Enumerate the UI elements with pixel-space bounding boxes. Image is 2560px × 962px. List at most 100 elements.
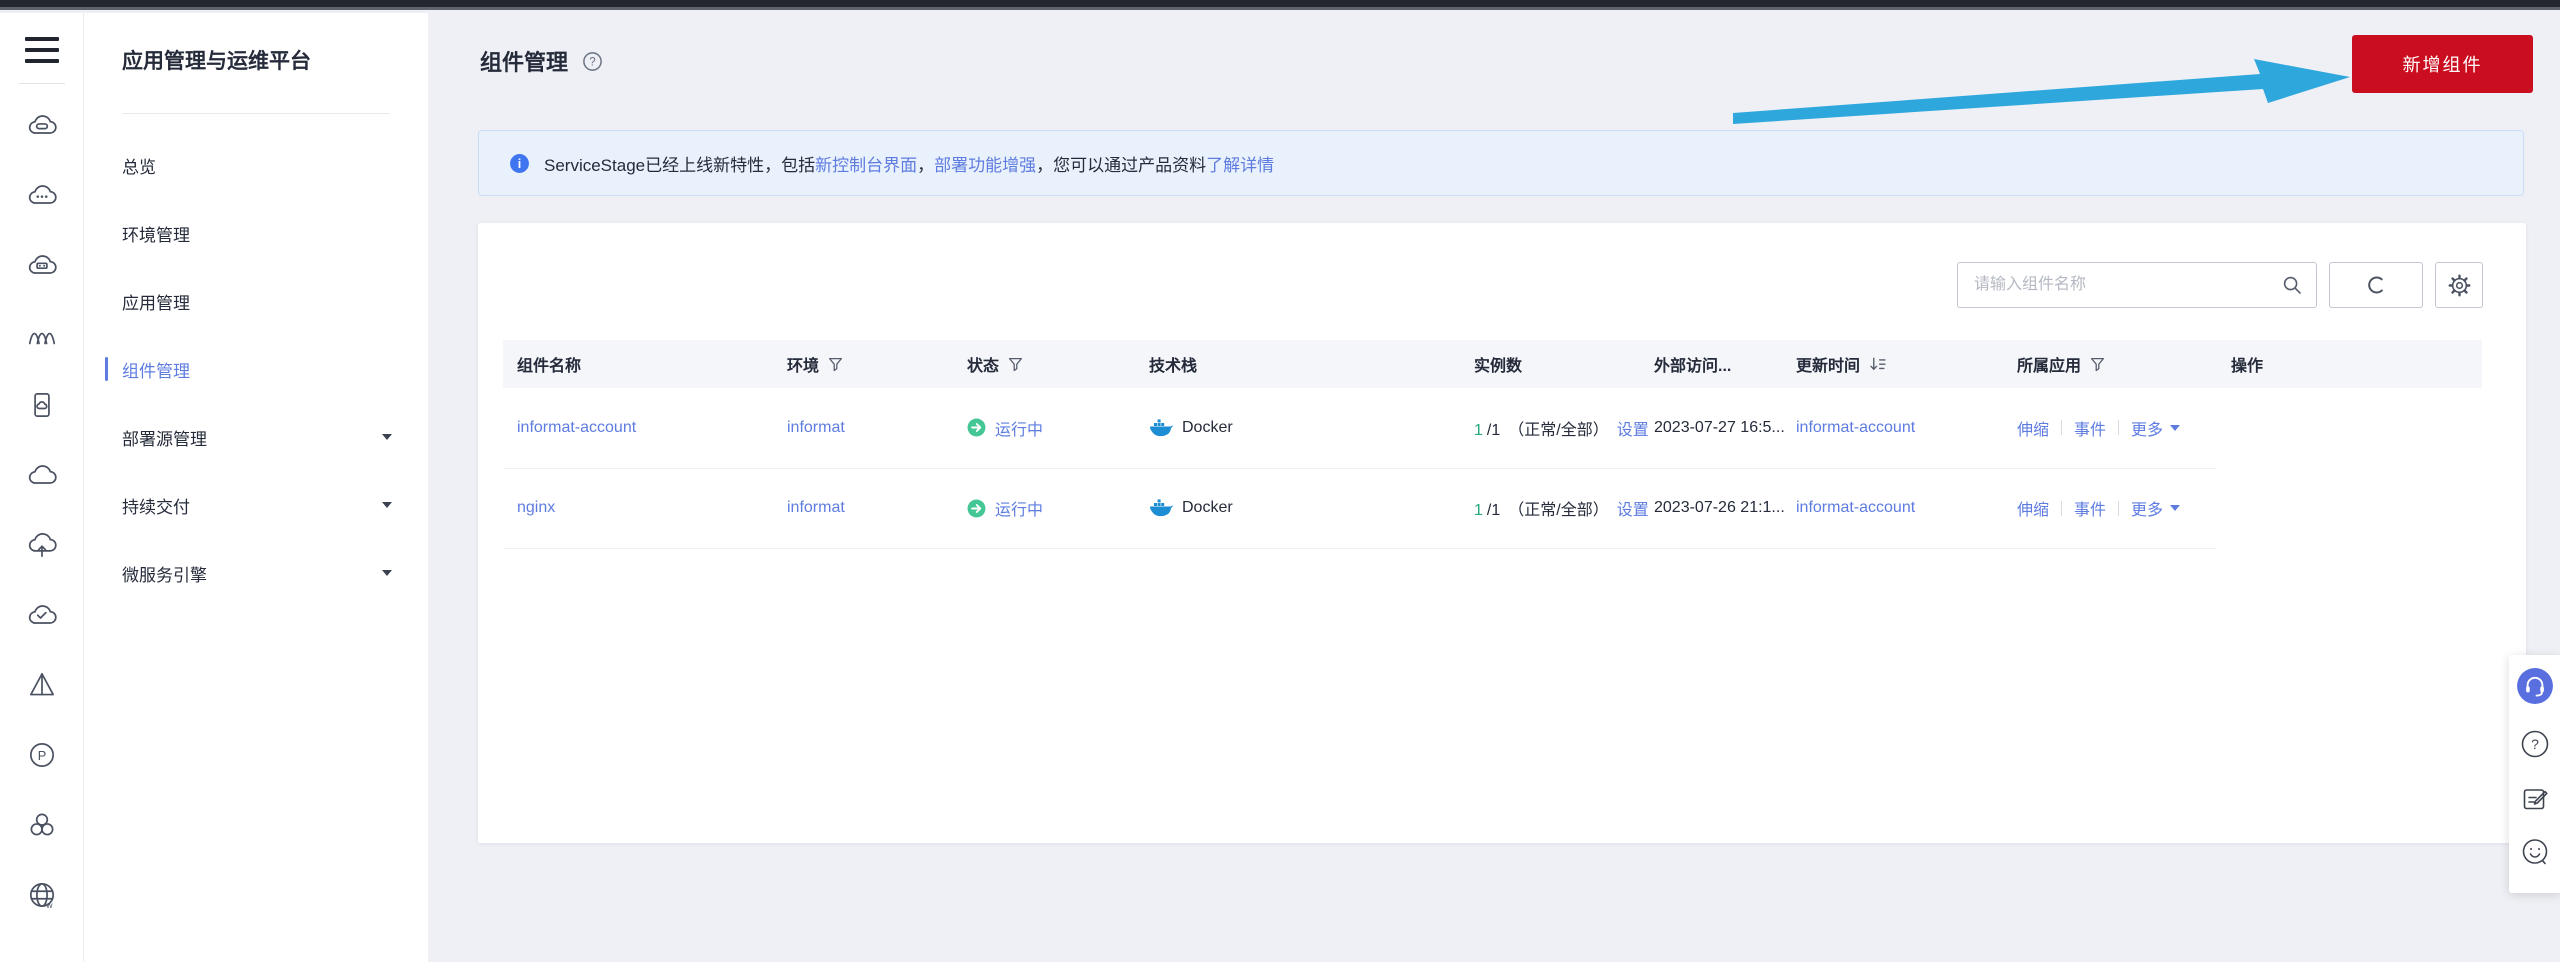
sort-icon[interactable] bbox=[1869, 357, 1886, 372]
stack-name: Docker bbox=[1182, 418, 1233, 436]
sidebar: 应用管理与运维平台 总览 环境管理 应用管理 组件管理 部署源管理 持续交付 微… bbox=[84, 13, 428, 962]
action-divider bbox=[2061, 420, 2063, 436]
sidebar-divider bbox=[122, 113, 390, 114]
column-header-external-access: 外部访问... bbox=[1654, 358, 1732, 375]
instances-ok: 1 bbox=[1474, 502, 1483, 519]
component-table: 组件名称 环境 状态 技术栈 实例数 外部访问... 更新时间 所属应用 操作 bbox=[503, 340, 2482, 549]
environment-link[interactable]: informat bbox=[787, 499, 845, 516]
server-card-icon[interactable] bbox=[0, 370, 84, 440]
main-content: 组件管理 ? 新增组件 i ServiceStage已经上线新特性，包括 新控制台… bbox=[428, 13, 2560, 962]
instances-total: /1 bbox=[1486, 502, 1501, 519]
page-header: 组件管理 ? bbox=[480, 45, 603, 77]
column-header-environment: 环境 bbox=[787, 358, 820, 375]
sidebar-item-continuous-delivery[interactable]: 持续交付 bbox=[84, 471, 428, 539]
floating-help-panel: ? bbox=[2509, 655, 2560, 893]
component-name-link[interactable]: nginx bbox=[517, 499, 555, 516]
cloud-upload-icon[interactable] bbox=[0, 510, 84, 580]
filter-icon[interactable] bbox=[828, 357, 843, 372]
column-header-instances: 实例数 bbox=[1474, 358, 1523, 375]
svg-text:?: ? bbox=[589, 56, 595, 68]
sidebar-item-component[interactable]: 组件管理 bbox=[84, 335, 428, 403]
support-headset-icon[interactable] bbox=[2516, 667, 2554, 705]
search-input[interactable] bbox=[1972, 275, 2282, 295]
table-row: informat-account informat 运行中 Docker 1/1… bbox=[503, 388, 2482, 469]
chevron-down-icon bbox=[382, 570, 392, 576]
refresh-button[interactable] bbox=[2329, 262, 2423, 308]
cloud-icon[interactable] bbox=[0, 440, 84, 510]
prism-icon[interactable] bbox=[0, 650, 84, 720]
updated-time: 2023-07-26 21:1... bbox=[1654, 499, 1785, 516]
docker-icon bbox=[1149, 498, 1173, 518]
status-running-icon bbox=[967, 418, 986, 437]
filter-icon[interactable] bbox=[1008, 357, 1023, 372]
chevron-down-icon[interactable] bbox=[2170, 505, 2181, 511]
environment-link[interactable]: informat bbox=[787, 419, 845, 436]
events-action-link[interactable]: 事件 bbox=[2074, 496, 2106, 520]
application-link[interactable]: informat-account bbox=[1796, 419, 1915, 436]
sidebar-item-microservice-engine[interactable]: 微服务引擎 bbox=[84, 539, 428, 607]
help-icon[interactable]: ? bbox=[582, 51, 603, 72]
chevron-down-icon[interactable] bbox=[2170, 424, 2181, 431]
circle-p-icon[interactable]: P bbox=[0, 720, 84, 790]
instances-ok: 1 bbox=[1474, 421, 1483, 439]
sidebar-item-environment[interactable]: 环境管理 bbox=[84, 199, 428, 267]
column-header-stack: 技术栈 bbox=[1149, 358, 1198, 375]
cloud-check-icon[interactable] bbox=[0, 580, 84, 650]
info-icon: i bbox=[509, 153, 530, 174]
sidebar-item-label: 微服务引擎 bbox=[122, 565, 207, 585]
status-text: 运行中 bbox=[995, 502, 1044, 519]
page-title: 组件管理 bbox=[480, 50, 569, 75]
gear-icon[interactable] bbox=[2435, 262, 2483, 308]
banner-link-deploy-enhance[interactable]: 部署功能增强 bbox=[934, 151, 1036, 176]
search-icon[interactable] bbox=[2282, 275, 2302, 295]
cloud-hdd-icon[interactable] bbox=[0, 90, 84, 160]
scale-action-link[interactable]: 伸缩 bbox=[2017, 496, 2049, 520]
svg-text:i: i bbox=[518, 157, 522, 171]
sidebar-item-label: 应用管理 bbox=[122, 293, 190, 313]
sidebar-title: 应用管理与运维平台 bbox=[122, 50, 311, 73]
banner-link-learn-more[interactable]: 了解详情 bbox=[1206, 151, 1274, 176]
add-component-button[interactable]: 新增组件 bbox=[2352, 35, 2533, 93]
smiley-icon[interactable] bbox=[2520, 837, 2550, 867]
sidebar-item-application[interactable]: 应用管理 bbox=[84, 267, 428, 335]
application-link[interactable]: informat-account bbox=[1796, 499, 1915, 516]
docker-icon bbox=[1149, 418, 1173, 438]
events-action-link[interactable]: 事件 bbox=[2074, 416, 2106, 440]
filter-icon[interactable] bbox=[2090, 357, 2105, 372]
window-top-bar bbox=[0, 0, 2560, 10]
sidebar-item-deploy-source[interactable]: 部署源管理 bbox=[84, 403, 428, 471]
action-divider bbox=[2118, 420, 2120, 436]
access-settings-link[interactable]: 设置 bbox=[1617, 422, 1649, 439]
scale-action-link[interactable]: 伸缩 bbox=[2017, 416, 2049, 440]
help-icon[interactable]: ? bbox=[2520, 729, 2550, 759]
banner-text: ， bbox=[917, 155, 935, 175]
cloud-dots-icon[interactable] bbox=[0, 160, 84, 230]
sidebar-item-label: 持续交付 bbox=[122, 497, 190, 517]
table-header-row: 组件名称 环境 状态 技术栈 实例数 外部访问... 更新时间 所属应用 操作 bbox=[503, 340, 2482, 388]
column-header-actions: 操作 bbox=[2231, 358, 2264, 375]
stack-name: Docker bbox=[1182, 499, 1233, 516]
notice-banner: i ServiceStage已经上线新特性，包括 新控制台界面，部署功能增强 ，您可… bbox=[478, 130, 2524, 196]
feedback-edit-icon[interactable] bbox=[2520, 783, 2550, 813]
sidebar-item-label: 部署源管理 bbox=[122, 429, 207, 449]
instances-total: /1 bbox=[1486, 421, 1501, 439]
chevron-down-icon bbox=[382, 434, 392, 440]
globe-icon[interactable]: w bbox=[0, 860, 84, 930]
banner-link-new-console[interactable]: 新控制台界面 bbox=[815, 151, 917, 176]
chevron-down-icon bbox=[382, 502, 392, 508]
three-circles-icon[interactable] bbox=[0, 790, 84, 860]
sidebar-item-overview[interactable]: 总览 bbox=[84, 131, 428, 199]
cloud-box-icon[interactable] bbox=[0, 230, 84, 300]
waves-icon[interactable] bbox=[0, 300, 84, 370]
svg-text:w: w bbox=[45, 900, 53, 910]
hamburger-menu-icon[interactable] bbox=[24, 37, 59, 63]
access-settings-link[interactable]: 设置 bbox=[1617, 502, 1649, 519]
more-action-link[interactable]: 更多 bbox=[2131, 496, 2163, 520]
status-running-icon bbox=[967, 499, 986, 518]
banner-text: ，您可以通过产品资料 bbox=[1036, 155, 1207, 175]
component-name-link[interactable]: informat-account bbox=[517, 419, 636, 436]
sidebar-menu: 总览 环境管理 应用管理 组件管理 部署源管理 持续交付 微服务引擎 bbox=[84, 131, 428, 607]
instances-note: （正常/全部） bbox=[1508, 421, 1609, 439]
search-box bbox=[1957, 262, 2317, 308]
more-action-link[interactable]: 更多 bbox=[2131, 416, 2163, 440]
